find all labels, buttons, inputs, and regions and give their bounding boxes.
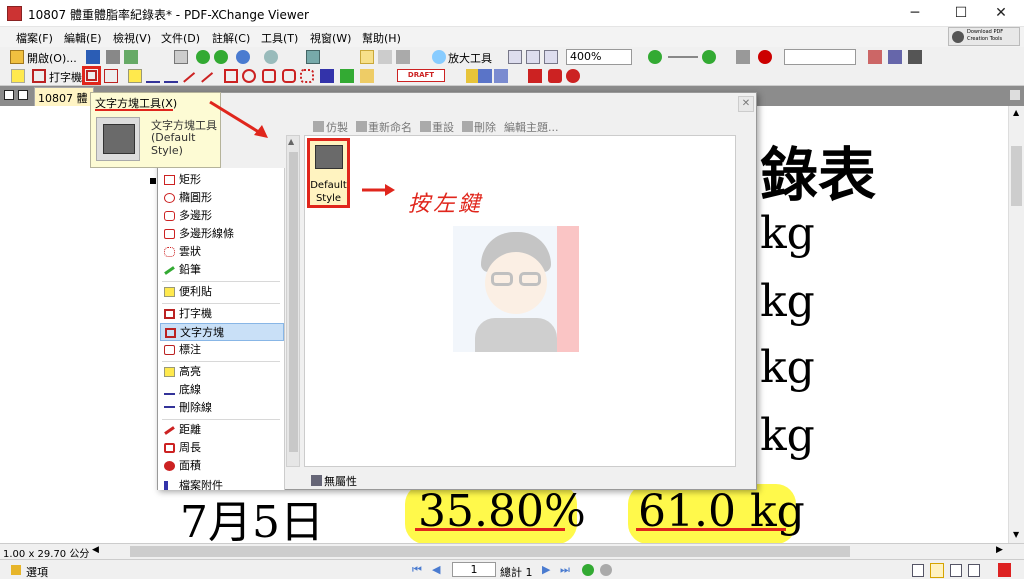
arrow-to-default-style <box>362 184 395 196</box>
arrow-to-dialog <box>209 100 268 138</box>
click-left-annotation: 按左鍵 <box>408 192 484 217</box>
red-arrows-overlay <box>209 100 395 196</box>
